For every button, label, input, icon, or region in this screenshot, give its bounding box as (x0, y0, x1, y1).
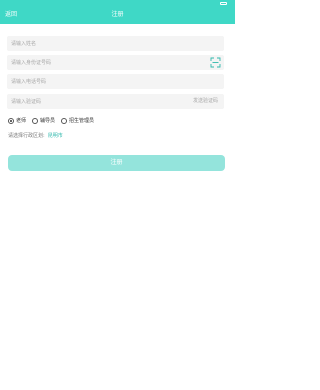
role-option-teacher[interactable]: 老师 (8, 118, 26, 125)
role-label-teacher: 老师 (16, 117, 27, 124)
region-label: 请选择行政区划: (8, 132, 45, 139)
phone-input[interactable] (11, 74, 181, 89)
region-row: 请选择行政区划: 昆明市 (8, 132, 63, 140)
battery-icon (220, 2, 227, 5)
name-input[interactable] (11, 36, 181, 51)
verification-code-input[interactable] (11, 94, 181, 109)
nav-bar: 返回 注册 (0, 7, 235, 24)
role-label-admissions-admin: 招生管理员 (69, 117, 95, 124)
status-bar (0, 0, 235, 7)
region-select[interactable]: 昆明市 (48, 133, 63, 140)
register-button[interactable]: 注册 (8, 155, 225, 171)
scan-icon[interactable] (210, 57, 221, 68)
code-field-container: 发送验证码 (7, 94, 224, 109)
role-option-admissions-admin[interactable]: 招生管理员 (61, 118, 94, 125)
page-title: 注册 (111, 11, 124, 18)
name-field-container (7, 36, 224, 51)
radio-icon[interactable] (32, 118, 39, 124)
radio-checked-icon[interactable] (8, 118, 14, 124)
id-card-field-container (7, 55, 224, 70)
role-label-counselor: 辅导员 (40, 117, 56, 124)
send-code-button[interactable]: 发送验证码 (193, 98, 218, 105)
role-radio-group: 老师 辅导员 招生管理员 (8, 116, 100, 126)
role-option-counselor[interactable]: 辅导员 (32, 118, 55, 125)
id-card-input[interactable] (11, 55, 181, 70)
radio-icon[interactable] (61, 118, 68, 124)
phone-field-container (7, 74, 224, 89)
